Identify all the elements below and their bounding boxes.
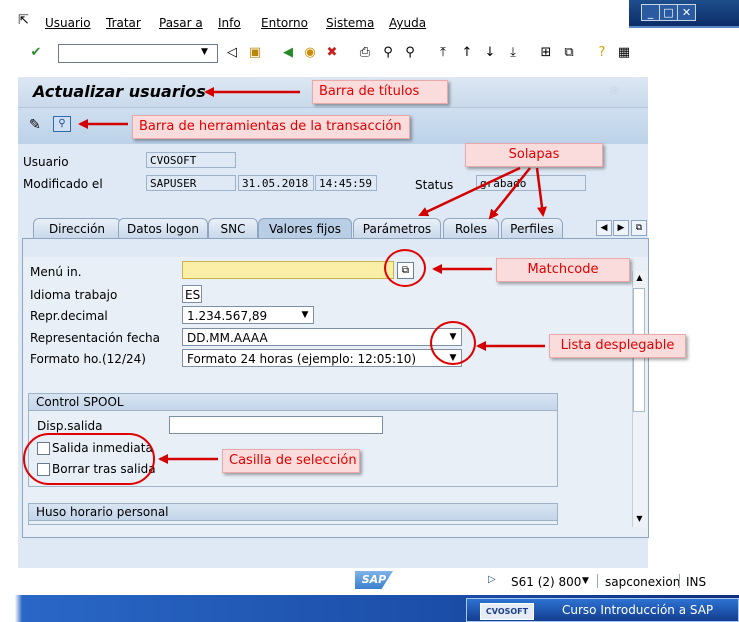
- menu-icon[interactable]: ⇱: [18, 14, 34, 28]
- minimize-icon[interactable]: _: [641, 4, 660, 21]
- tab-parametros[interactable]: Parámetros: [353, 218, 441, 238]
- insert-mode: INS: [686, 575, 707, 589]
- chevron-down-icon[interactable]: ▼: [298, 308, 312, 322]
- cancel-icon[interactable]: ✖: [324, 45, 340, 61]
- status-divider: [597, 574, 598, 588]
- menu-inicial-label: Menú in.: [30, 265, 82, 279]
- matchcode-highlight: [384, 249, 426, 287]
- huso-group: Huso horario personal: [28, 503, 558, 525]
- previous-page-icon[interactable]: ↑: [459, 45, 475, 61]
- spool-group-title: Control SPOOL: [29, 394, 557, 411]
- hora-label: Formato ho.(12/24): [30, 352, 146, 366]
- status-value: grabado: [476, 175, 586, 191]
- command-field[interactable]: [58, 44, 218, 63]
- menu-entorno[interactable]: Entorno: [261, 16, 308, 30]
- exit-icon[interactable]: ◉: [302, 45, 318, 61]
- menu-pasar-a[interactable]: Pasar a: [159, 16, 203, 30]
- callout-barra-titulos: Barra de títulos: [312, 80, 448, 104]
- tab-panel: [22, 238, 649, 538]
- tab-valores-fijos[interactable]: Valores fijos: [258, 218, 352, 238]
- page-title: Actualizar usuarios: [33, 82, 206, 101]
- help-icon[interactable]: ?: [594, 45, 610, 61]
- menu-inicial-input[interactable]: [182, 261, 394, 279]
- callout-barra-herramientas: Barra de herramientas de la transacción: [132, 115, 410, 139]
- next-page-icon[interactable]: ↓: [482, 45, 498, 61]
- tab-list-icon[interactable]: ⧉: [631, 220, 647, 236]
- callout-solapas: Solapas: [465, 143, 603, 167]
- close-icon[interactable]: ✕: [677, 4, 696, 21]
- menu-tratar[interactable]: Tratar: [106, 16, 141, 30]
- save-icon[interactable]: ▣: [247, 45, 263, 61]
- tab-direccion[interactable]: Dirección: [33, 218, 121, 238]
- status-label: Status: [415, 178, 454, 192]
- status-divider: [679, 574, 680, 588]
- modificado-time: 14:45:59: [315, 175, 377, 191]
- disp-salida-input[interactable]: [169, 416, 383, 434]
- first-page-icon[interactable]: ⤒: [435, 45, 451, 61]
- edit-pencil-icon[interactable]: ✎: [29, 117, 41, 133]
- new-session-icon[interactable]: ⊞: [538, 45, 554, 61]
- dropdown-highlight: [430, 321, 476, 365]
- menu-ayuda[interactable]: Ayuda: [389, 16, 426, 30]
- system-info: S61 (2) 800: [511, 575, 582, 589]
- fecha-select[interactable]: DD.MM.AAAA: [182, 328, 462, 346]
- print-icon[interactable]: ⎙: [357, 45, 373, 61]
- tab-perfiles[interactable]: Perfiles: [501, 218, 563, 238]
- fecha-label: Representación fecha: [30, 331, 161, 345]
- brand-logo: CVOSOFT: [480, 603, 534, 620]
- status-expand-icon[interactable]: ▷: [488, 574, 496, 585]
- modificado-date: 31.05.2018: [238, 175, 314, 191]
- collapse-icon[interactable]: ◁: [224, 45, 240, 61]
- customize-layout-icon[interactable]: ▦: [616, 45, 632, 61]
- usuario-label: Usuario: [23, 155, 69, 169]
- watermark: ◎: [610, 85, 619, 96]
- callout-lista-desplegable: Lista desplegable: [549, 334, 686, 358]
- last-page-icon[interactable]: ⤓: [505, 45, 521, 61]
- decimal-label: Repr.decimal: [30, 309, 108, 323]
- huso-group-title: Huso horario personal: [29, 504, 557, 521]
- usuario-value: CVOSOFT: [146, 152, 236, 168]
- chevron-down-icon[interactable]: ▼: [201, 47, 208, 57]
- panel-top-strip: [23, 239, 648, 257]
- maximize-icon[interactable]: □: [659, 4, 678, 21]
- modificado-user: SAPUSER: [146, 175, 236, 191]
- tab-snc[interactable]: SNC: [208, 218, 258, 238]
- scroll-up-icon[interactable]: ▲: [633, 272, 646, 284]
- enter-icon[interactable]: ✔: [28, 45, 44, 61]
- find-next-icon[interactable]: ⚲: [402, 45, 418, 61]
- system-dropdown-icon[interactable]: ▼: [582, 576, 589, 586]
- server-info: sapconexion: [605, 575, 681, 589]
- disp-salida-label: Disp.salida: [37, 419, 103, 433]
- callout-matchcode: Matchcode: [496, 258, 630, 282]
- tab-roles[interactable]: Roles: [443, 218, 499, 238]
- menu-usuario[interactable]: Usuario: [45, 16, 91, 30]
- menu-sistema[interactable]: Sistema: [326, 16, 374, 30]
- callout-casilla-seleccion: Casilla de selección: [222, 449, 360, 473]
- back-icon[interactable]: ◀: [280, 45, 296, 61]
- course-title: Curso Introducción a SAP: [562, 603, 714, 617]
- tab-datos-logon[interactable]: Datos logon: [118, 218, 208, 238]
- modificado-label: Modificado el: [23, 177, 103, 191]
- tab-scroll-right-icon[interactable]: ▶: [613, 220, 629, 236]
- shortcut-icon[interactable]: ⧉: [561, 45, 577, 61]
- decimal-select[interactable]: 1.234.567,89: [182, 306, 314, 324]
- tab-scroll-left-icon[interactable]: ◀: [596, 220, 612, 236]
- idioma-input[interactable]: ES: [182, 285, 202, 303]
- menu-info[interactable]: Info: [218, 16, 241, 30]
- idioma-label: Idioma trabajo: [30, 288, 118, 302]
- checkbox-highlight: [23, 433, 155, 485]
- scroll-down-icon[interactable]: ▼: [633, 513, 646, 525]
- find-icon[interactable]: ⚲: [380, 45, 396, 61]
- display-glasses-icon[interactable]: ⚲: [53, 116, 71, 132]
- hora-select[interactable]: Formato 24 horas (ejemplo: 12:05:10): [182, 349, 462, 367]
